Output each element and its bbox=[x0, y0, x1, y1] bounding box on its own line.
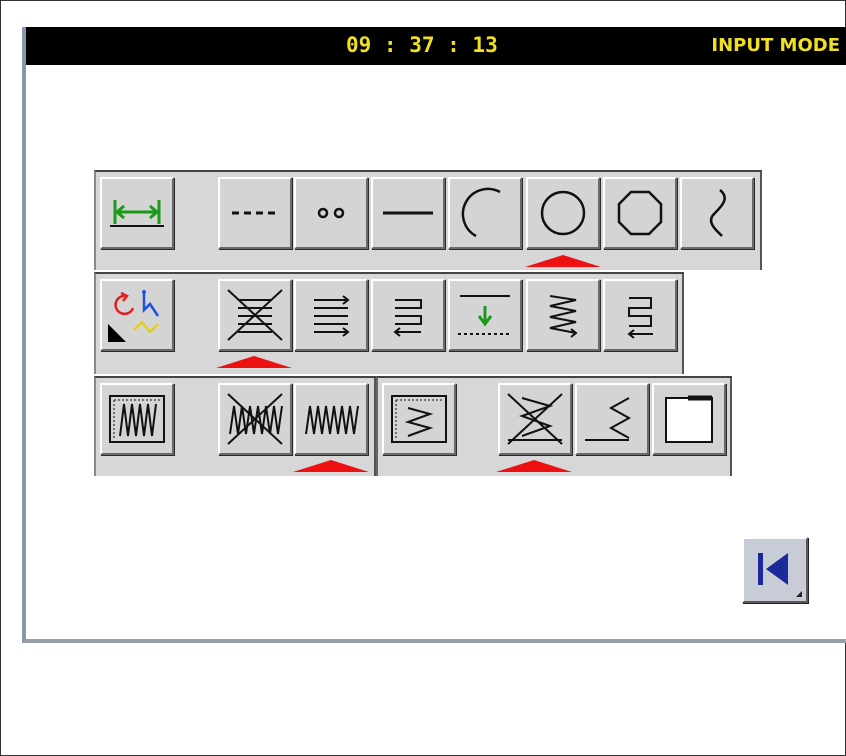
zigzag-off-button[interactable] bbox=[218, 279, 292, 351]
selected-marker-zigzag-on bbox=[293, 460, 369, 472]
octagon-icon bbox=[617, 190, 663, 236]
dashed-line-icon bbox=[232, 211, 278, 215]
skip-back-button[interactable] bbox=[742, 537, 808, 603]
zigzag-settings-button[interactable] bbox=[100, 383, 174, 455]
back-tack-return-button[interactable] bbox=[603, 279, 677, 351]
zigzag-width-step-button[interactable] bbox=[575, 383, 649, 455]
zigzag-off-icon bbox=[227, 289, 283, 341]
clock: 09 : 37 : 13 bbox=[346, 33, 498, 57]
dots-icon bbox=[317, 207, 345, 219]
dots-button[interactable] bbox=[294, 177, 368, 249]
zigzag-on-icon bbox=[305, 405, 359, 435]
zigzag-width-step-icon bbox=[585, 397, 632, 441]
dashed-line-button[interactable] bbox=[218, 177, 292, 249]
status-bar: 09 : 37 : 13 INPUT MODE bbox=[26, 27, 846, 65]
sequence-mode-button[interactable] bbox=[100, 279, 174, 351]
multi-line-right-button[interactable] bbox=[294, 279, 368, 351]
curve-icon bbox=[709, 189, 726, 237]
selected-marker-circle bbox=[525, 255, 601, 267]
start-point-icon bbox=[458, 295, 512, 335]
back-tack-icon bbox=[393, 299, 422, 337]
multi-line-right-icon bbox=[314, 295, 350, 337]
zigzag-right-icon bbox=[549, 295, 578, 338]
mode-indicator: INPUT MODE bbox=[711, 35, 840, 56]
solid-line-icon bbox=[383, 211, 433, 215]
back-tack-button[interactable] bbox=[371, 279, 445, 351]
solid-line-button[interactable] bbox=[371, 177, 445, 249]
selected-marker-zigzag-off bbox=[216, 356, 292, 368]
zigzag-off-icon-2 bbox=[227, 393, 283, 445]
dimension-icon bbox=[110, 200, 164, 227]
curve-button[interactable] bbox=[680, 177, 754, 249]
zigzag-right-button[interactable] bbox=[526, 279, 600, 351]
zigzag-width-off-button[interactable] bbox=[498, 383, 572, 455]
zigzag-width-settings-icon bbox=[391, 395, 447, 443]
selected-marker-zigzag-width-off bbox=[496, 460, 572, 472]
circle-button[interactable] bbox=[526, 177, 600, 249]
skip-back-icon bbox=[758, 553, 802, 597]
blank-frame-button[interactable] bbox=[652, 383, 726, 455]
dimension-button[interactable] bbox=[100, 177, 174, 249]
octagon-button[interactable] bbox=[603, 177, 677, 249]
arc-icon bbox=[461, 187, 501, 238]
arc-button[interactable] bbox=[448, 177, 522, 249]
circle-icon bbox=[540, 190, 586, 236]
start-point-button[interactable] bbox=[448, 279, 522, 351]
zigzag-width-settings-button[interactable] bbox=[382, 383, 456, 455]
zigzag-off-button-2[interactable] bbox=[218, 383, 292, 455]
back-tack-return-icon bbox=[627, 297, 653, 339]
zigzag-width-off-icon bbox=[507, 393, 563, 445]
zigzag-on-button[interactable] bbox=[294, 383, 368, 455]
zigzag-settings-icon bbox=[109, 395, 165, 443]
sequence-mode-icon bbox=[108, 290, 160, 342]
blank-frame-icon bbox=[665, 395, 713, 443]
